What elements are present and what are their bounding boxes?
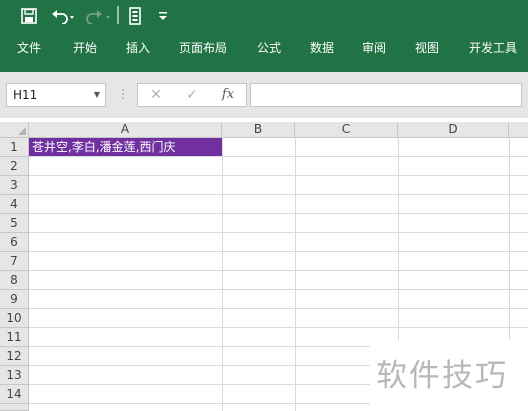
- watermark: 软件技巧: [370, 340, 528, 411]
- gridline: [29, 270, 528, 271]
- column-header-b[interactable]: B: [222, 122, 295, 138]
- gridline: [29, 308, 528, 309]
- chevron-down-icon[interactable]: ▼: [94, 84, 100, 106]
- row-header-5[interactable]: 5: [0, 214, 29, 233]
- select-all-corner[interactable]: [0, 122, 29, 138]
- gridline: [29, 232, 528, 233]
- watermark-text: 软件技巧: [376, 358, 508, 394]
- qat-separator: [117, 6, 119, 24]
- tab-review[interactable]: 审阅: [362, 38, 386, 58]
- gridline: [29, 175, 528, 176]
- row-header-14[interactable]: 14: [0, 385, 29, 404]
- quick-access-toolbar: [0, 0, 528, 34]
- name-box[interactable]: H11 ▼: [6, 83, 106, 107]
- undo-icon[interactable]: [48, 6, 78, 26]
- gridline: [29, 251, 528, 252]
- tab-home[interactable]: 开始: [73, 38, 97, 58]
- row-header-9[interactable]: 9: [0, 290, 29, 309]
- touch-mode-icon[interactable]: [126, 6, 144, 26]
- row-header-15[interactable]: [0, 404, 29, 411]
- gridline: [29, 289, 528, 290]
- tab-file[interactable]: 文件: [17, 38, 41, 58]
- row-header-13[interactable]: 13: [0, 366, 29, 385]
- row-header-4[interactable]: 4: [0, 195, 29, 214]
- formula-input[interactable]: [250, 83, 522, 107]
- customize-qat-icon[interactable]: [156, 6, 170, 26]
- gridline: [29, 327, 528, 328]
- formula-buttons: ✕ ✓ fx: [137, 83, 247, 107]
- tab-data[interactable]: 数据: [310, 38, 334, 58]
- tab-view[interactable]: 视图: [415, 38, 439, 58]
- cancel-icon[interactable]: ✕: [144, 84, 168, 106]
- column-header-a[interactable]: A: [29, 122, 222, 138]
- row-header-11[interactable]: 11: [0, 328, 29, 347]
- column-header-d[interactable]: D: [398, 122, 509, 138]
- ribbon-tabs: 文件 开始 插入 页面布局 公式 数据 审阅 视图 开发工具: [0, 38, 528, 60]
- redo-icon[interactable]: [84, 6, 114, 26]
- enter-icon[interactable]: ✓: [180, 84, 204, 106]
- formula-area: H11 ▼ ⋮ ✕ ✓ fx: [0, 72, 528, 118]
- row-header-8[interactable]: 8: [0, 271, 29, 290]
- column-header-next[interactable]: [509, 122, 528, 138]
- tab-insert[interactable]: 插入: [126, 38, 150, 58]
- gridline: [29, 213, 528, 214]
- row-header-7[interactable]: 7: [0, 252, 29, 271]
- row-header-2[interactable]: 2: [0, 157, 29, 176]
- row-header-12[interactable]: 12: [0, 347, 29, 366]
- drag-handle-icon[interactable]: ⋮: [117, 86, 129, 102]
- gridline: [29, 194, 528, 195]
- gridline: [222, 138, 223, 411]
- insert-function-icon[interactable]: fx: [216, 84, 240, 106]
- tab-developer[interactable]: 开发工具: [469, 38, 517, 58]
- row-header-6[interactable]: 6: [0, 233, 29, 252]
- save-icon[interactable]: [18, 6, 40, 26]
- cell-a1[interactable]: 苍井空,李白,潘金莲,西门庆: [29, 138, 222, 156]
- column-header-c[interactable]: C: [295, 122, 398, 138]
- tab-page-layout[interactable]: 页面布局: [179, 38, 227, 58]
- row-header-1[interactable]: 1: [0, 138, 29, 157]
- gridline: [295, 138, 296, 411]
- row-header-3[interactable]: 3: [0, 176, 29, 195]
- gridline: [29, 156, 528, 157]
- name-box-value: H11: [13, 88, 38, 102]
- row-header-10[interactable]: 10: [0, 309, 29, 328]
- tab-formulas[interactable]: 公式: [257, 38, 281, 58]
- ribbon: 文件 开始 插入 页面布局 公式 数据 审阅 视图 开发工具: [0, 0, 528, 72]
